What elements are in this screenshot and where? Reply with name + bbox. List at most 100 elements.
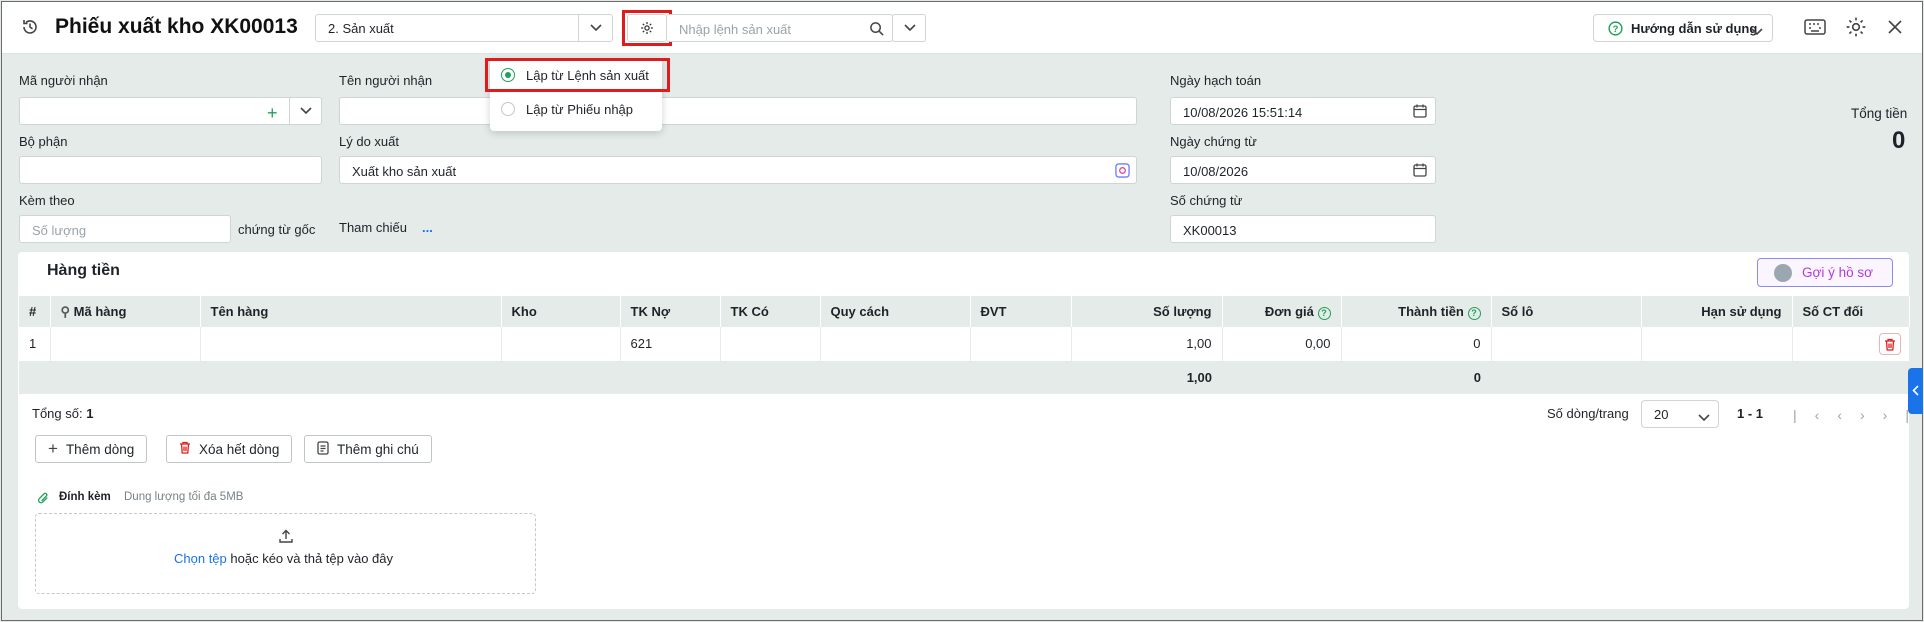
total-amount: 0 [1341,361,1491,394]
reference-link[interactable]: ... [422,220,433,235]
trash-icon[interactable] [1878,333,1901,355]
col-header[interactable]: TK Có [720,296,821,327]
col-header[interactable]: Quy cách [820,296,971,327]
cell-warehouse[interactable] [501,327,621,362]
choose-file-link[interactable]: Chọn tệp [174,551,227,566]
plus-icon: + [48,439,58,458]
guide-button[interactable]: ? Hướng dẫn sử dụng [1593,14,1773,42]
cell-item-code[interactable] [50,327,201,362]
prev-page-icon[interactable]: ‹ [1837,407,1860,423]
page-title: Phiếu xuất kho XK00013 [55,15,298,38]
voice-input-icon[interactable] [1115,163,1130,181]
posting-date-label: Ngày hạch toán [1170,73,1262,88]
col-header[interactable]: Đơn giá ? [1222,296,1342,327]
chevron-down-icon[interactable] [289,98,322,124]
add-row-label: Thêm dòng [65,441,135,457]
total-label: Tổng tiền [1851,106,1908,121]
cell-amount[interactable]: 0 [1341,327,1492,362]
reason-value: Xuất kho sản xuất [352,164,457,179]
chevron-down-icon [1698,410,1710,425]
pin-icon[interactable]: ⚲ [61,304,71,319]
doc-date-input[interactable]: 10/08/2026 [1170,156,1436,184]
col-header[interactable]: Tên hàng [200,296,502,327]
cell-expiry[interactable] [1641,327,1793,362]
total-value: 0 [1892,127,1906,154]
order-placeholder: Nhập lệnh sản xuất [679,22,792,37]
doc-no-input[interactable]: XK00013 [1170,215,1436,243]
col-header[interactable]: Thành tiền ? [1341,296,1492,327]
department-input[interactable] [19,156,322,184]
next-page-icon[interactable]: › [1860,407,1883,423]
cell-debit[interactable]: 621 [620,327,721,362]
drag-text: hoặc kéo và thả tệp vào đây [230,551,394,566]
first-page-icon[interactable]: |‹ [1793,407,1837,423]
cell-lot[interactable] [1491,327,1642,362]
col-header[interactable]: Số lượng [1071,296,1223,327]
calendar-icon[interactable] [1413,163,1427,180]
add-row-button[interactable]: + Thêm dòng [35,435,148,463]
order-dropdown-button[interactable] [892,14,926,42]
cell-ref-doc[interactable] [1792,327,1910,362]
cell-spec[interactable] [820,327,971,362]
paperclip-icon [37,491,50,508]
col-header[interactable]: Kho [501,296,621,327]
close-icon[interactable] [1887,19,1903,38]
upload-dropzone[interactable]: Chọn tệp hoặc kéo và thả tệp vào đây [35,513,536,594]
cell-credit[interactable] [720,327,821,362]
cell-qty[interactable]: 1,00 [1071,327,1223,362]
cell-item-name[interactable] [200,327,502,362]
cell-unit[interactable] [970,327,1072,362]
add-note-button[interactable]: Thêm ghi chú [304,435,432,463]
option2-label: Lập từ Phiếu nhập [526,102,634,117]
recipient-code-input[interactable]: + [19,97,322,125]
doc-date-label: Ngày chứng từ [1170,134,1257,149]
keyboard-icon[interactable] [1804,18,1826,39]
plus-icon[interactable]: + [267,103,278,124]
side-panel-toggle[interactable] [1908,368,1923,414]
reason-label: Lý do xuất [339,134,399,149]
suggest-profile-button[interactable]: Gợi ý hồ sơ [1757,258,1893,287]
table-header-row: # ⚲ Mã hàng Tên hàng Kho TK Nợ TK Có Quy… [19,296,1910,327]
calendar-icon[interactable] [1413,104,1427,121]
window-frame: Phiếu xuất kho XK00013 2. Sản xuất Nhập … [1,1,1923,621]
col-header[interactable]: Hạn sử dụng [1641,296,1793,327]
row-count-value: 1 [86,406,94,421]
table-row[interactable]: 1 621 1,00 0,00 0 [19,327,1910,362]
col-header[interactable]: Số CT đối [1792,296,1910,327]
section-title: Hàng tiền [47,262,120,279]
option-from-receipt[interactable]: Lập từ Phiếu nhập [490,93,662,127]
rows-per-page-select[interactable]: 20 [1641,400,1719,428]
suggest-label: Gợi ý hồ sơ [1802,265,1873,280]
col-header[interactable]: ĐVT [970,296,1072,327]
add-note-label: Thêm ghi chú [337,441,419,457]
rows-per-page-value: 20 [1654,407,1669,422]
history-icon[interactable] [20,17,40,37]
original-docs-label: chứng từ gốc [238,222,316,237]
row-count-label: Tổng số: [32,406,83,421]
help-icon: ? [1608,21,1623,39]
highlight-box [622,10,672,46]
cell-price[interactable]: 0,00 [1222,327,1342,362]
col-header[interactable]: TK Nợ [620,296,721,327]
recipient-name-input[interactable] [339,97,1137,125]
delete-all-button[interactable]: Xóa hết dòng [166,435,293,463]
col-header[interactable]: ⚲ Mã hàng [50,296,201,327]
settings-icon[interactable] [1845,16,1867,41]
voucher-type-select[interactable]: 2. Sản xuất [315,14,613,42]
attach-count-input[interactable]: Số lượng [19,215,231,243]
totals-row: 1,00 0 [19,361,1909,394]
attach-label: Kèm theo [19,193,75,208]
attachment-label: Đính kèm [59,491,111,503]
doc-no-value: XK00013 [1183,223,1237,238]
posting-date-input[interactable]: 10/08/2026 15:51:14 [1170,97,1436,125]
total-qty: 1,00 [1071,361,1222,394]
row-count: Tổng số: 1 [32,406,93,421]
reason-input[interactable]: Xuất kho sản xuất [339,156,1137,184]
upload-icon [279,529,293,546]
production-order-input[interactable]: Nhập lệnh sản xuất [667,14,893,42]
chevron-left-icon [1912,384,1919,399]
guide-label: Hướng dẫn sử dụng [1631,21,1758,36]
col-header[interactable]: Số lô [1491,296,1642,327]
search-icon[interactable] [869,21,884,39]
chevron-down-icon[interactable] [578,15,612,41]
